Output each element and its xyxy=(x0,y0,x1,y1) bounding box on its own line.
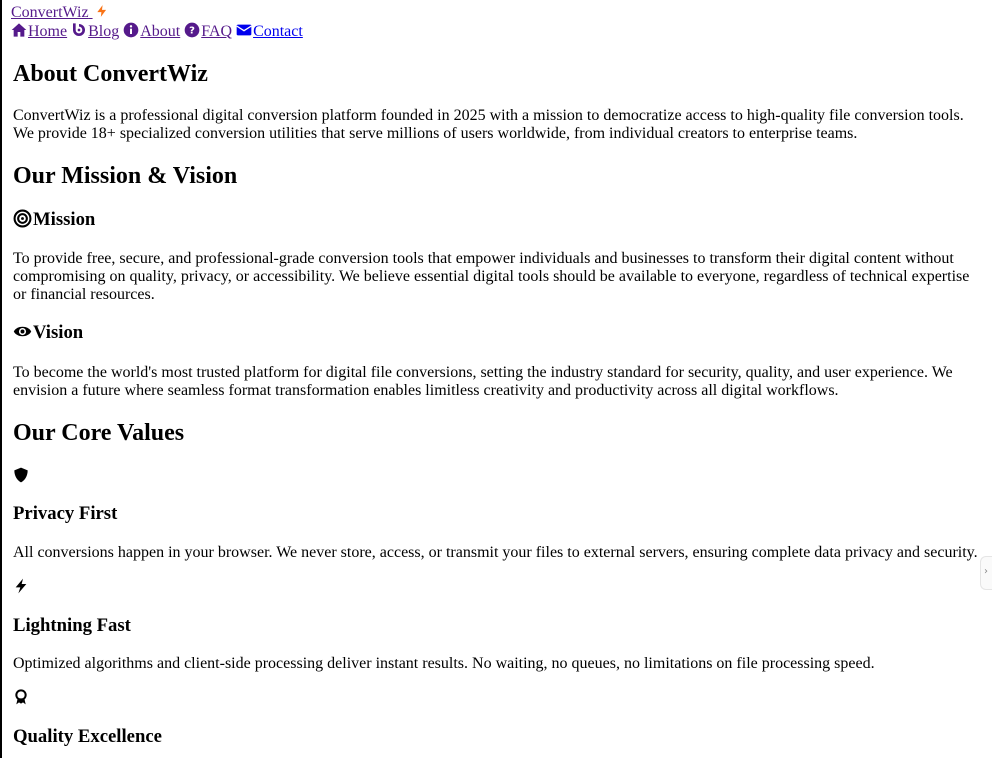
chevron-right-icon: › xyxy=(984,566,988,577)
nav-home-link[interactable]: Home xyxy=(11,23,67,40)
nav-about-label: About xyxy=(140,23,181,40)
nav-contact-label: Contact xyxy=(253,23,303,40)
shield-icon xyxy=(14,467,28,483)
vision-title: Vision xyxy=(33,322,84,343)
mission-heading: Mission xyxy=(13,209,95,231)
page: ConvertWiz Home Blog About ? FAQ Contact xyxy=(2,0,992,40)
nav-blog-link[interactable]: Blog xyxy=(71,23,119,40)
eye-icon xyxy=(13,326,32,337)
about-intro: ConvertWiz is a professional digital con… xyxy=(13,107,964,142)
value-title-quality: Quality Excellence xyxy=(13,726,162,747)
nav-blog-label: Blog xyxy=(88,23,120,40)
envelope-icon xyxy=(236,24,252,36)
svg-text:?: ? xyxy=(189,25,195,36)
value-title-speed: Lightning Fast xyxy=(13,615,131,636)
value-text-privacy: All conversions happen in your browser. … xyxy=(13,544,978,561)
about-title: About ConvertWiz xyxy=(13,61,208,87)
blog-icon xyxy=(73,23,86,36)
nav-home-label: Home xyxy=(28,23,68,40)
nav-about-link[interactable]: About xyxy=(123,22,181,40)
vision-text: To become the world's most trusted platf… xyxy=(13,364,953,399)
bolt-icon xyxy=(15,578,27,594)
side-panel-toggle[interactable]: › xyxy=(980,556,992,590)
logo-text: ConvertWiz xyxy=(11,4,89,21)
nav-contact-link[interactable]: Contact xyxy=(236,23,303,40)
mission-title: Mission xyxy=(33,209,96,230)
mission-text: To provide free, secure, and professiona… xyxy=(13,250,970,303)
main-nav: Home Blog About ? FAQ Contact xyxy=(11,22,978,40)
value-title-privacy: Privacy First xyxy=(13,503,118,524)
award-icon xyxy=(15,689,27,705)
info-icon xyxy=(123,22,139,38)
target-icon xyxy=(13,209,32,228)
core-values-title: Our Core Values xyxy=(13,420,185,446)
nav-faq-link[interactable]: ? FAQ xyxy=(184,22,233,40)
question-icon: ? xyxy=(184,22,200,38)
vision-heading: Vision xyxy=(13,322,83,344)
logo-link[interactable]: ConvertWiz xyxy=(11,4,109,21)
mission-vision-title: Our Mission & Vision xyxy=(13,163,238,189)
lightning-bolt-icon xyxy=(96,5,106,17)
nav-faq-label: FAQ xyxy=(201,23,233,40)
value-text-speed: Optimized algorithms and client-side pro… xyxy=(13,655,875,672)
home-icon xyxy=(11,23,27,37)
